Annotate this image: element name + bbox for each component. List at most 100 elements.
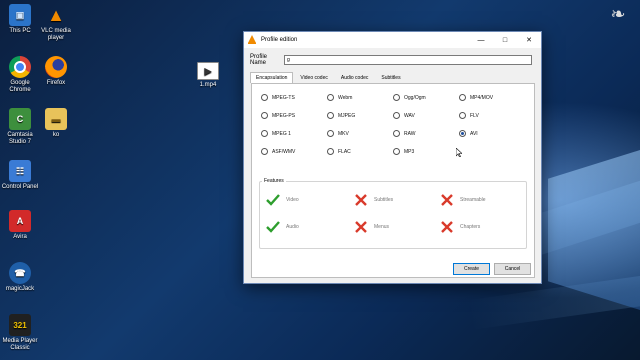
desktop-icon-label: ko <box>52 132 60 138</box>
desktop-icon-label: 1.mp4 <box>199 82 217 88</box>
radio-button[interactable] <box>393 130 400 137</box>
encapsulation-panel: MPEG-TS Webm Ogg/Ogm MP4/MOV MPEG-PS MJP… <box>251 83 535 278</box>
profile-name-input[interactable]: g <box>284 55 532 65</box>
tab-video-codec[interactable]: Video codec <box>294 72 333 83</box>
tab-encapsulation[interactable]: Encapsulation <box>250 72 294 83</box>
desktop-icon-label: Google Chrome <box>9 80 31 93</box>
desktop-icon-label: magicJack <box>5 286 35 292</box>
desktop-icon-magicjack[interactable]: ☎ magicJack <box>0 262 40 293</box>
format-label: MKV <box>338 130 349 137</box>
radio-button-selected[interactable] <box>459 130 466 137</box>
radio-button[interactable] <box>327 148 334 155</box>
cross-icon <box>355 194 367 206</box>
format-option-mpeg1[interactable]: MPEG 1 <box>261 130 291 137</box>
format-option-mkv[interactable]: MKV <box>327 130 349 137</box>
radio-button[interactable] <box>327 130 334 137</box>
avira-icon: A <box>9 210 31 232</box>
profile-name-label: Profile Name <box>250 54 268 66</box>
desktop-icon-video-file[interactable]: ▶ 1.mp4 <box>188 62 228 89</box>
desktop-icon-chrome[interactable]: Google Chrome <box>0 56 40 94</box>
dragon-logo-icon: ❧ <box>610 4 626 24</box>
check-icon <box>266 221 280 233</box>
camtasia-icon: C <box>9 108 31 130</box>
format-option-mpeg-ts[interactable]: MPEG-TS <box>261 94 295 101</box>
feature-label: Audio <box>286 224 299 230</box>
create-button[interactable]: Create <box>453 263 490 275</box>
format-option-mjpeg[interactable]: MJPEG <box>327 112 355 119</box>
format-label: FLAC <box>338 148 351 155</box>
tab-audio-codec[interactable]: Audio codec <box>335 72 375 83</box>
vlc-cone-icon <box>248 34 258 46</box>
format-option-flac[interactable]: FLAC <box>327 148 351 155</box>
format-option-mp4[interactable]: MP4/MOV <box>459 94 493 101</box>
desktop-icon-label: Avira <box>13 234 27 240</box>
desktop-icon-this-pc[interactable]: ▣ This PC <box>0 4 40 35</box>
radio-button[interactable] <box>459 112 466 119</box>
feature-label: Video <box>286 197 299 203</box>
feature-subtitles: Subtitles <box>354 194 393 206</box>
feature-chapters: Chapters <box>440 221 480 233</box>
format-label: AVI <box>470 130 478 137</box>
chrome-icon <box>9 56 31 78</box>
radio-button[interactable] <box>393 112 400 119</box>
feature-label: Subtitles <box>374 197 394 203</box>
feature-menus: Menus <box>354 221 389 233</box>
desktop-icon-control-panel[interactable]: ☷ Control Panel <box>0 160 40 191</box>
title-bar: Profile edition — □ ✕ <box>244 32 541 48</box>
format-option-ogg[interactable]: Ogg/Ogm <box>393 94 426 101</box>
radio-button[interactable] <box>261 94 268 101</box>
radio-button[interactable] <box>261 148 268 155</box>
profile-name-row: Profile Name g <box>250 54 532 66</box>
close-button[interactable]: ✕ <box>517 32 541 48</box>
tab-subtitles[interactable]: Subtitles <box>375 72 406 83</box>
cancel-button[interactable]: Cancel <box>494 263 531 275</box>
radio-button[interactable] <box>327 112 334 119</box>
desktop-icon-vlc[interactable]: ▲ VLC media player <box>36 4 76 42</box>
format-label: MP4/MOV <box>470 94 494 101</box>
desktop-icon-media-player-classic[interactable]: 321 Media Player Classic <box>0 314 40 352</box>
desktop-icon-firefox[interactable]: Firefox <box>36 56 76 87</box>
media-player-classic-icon: 321 <box>9 314 31 336</box>
radio-button[interactable] <box>393 94 400 101</box>
computer-icon: ▣ <box>9 4 31 26</box>
desktop-icon-label: This PC <box>9 28 31 34</box>
format-option-webm[interactable]: Webm <box>327 94 352 101</box>
format-option-mp3[interactable]: MP3 <box>393 148 414 155</box>
feature-video: Video <box>266 194 299 206</box>
format-option-raw[interactable]: RAW <box>393 130 415 137</box>
format-option-asf-wmv[interactable]: ASF/WMV <box>261 148 295 155</box>
firefox-icon <box>45 56 67 78</box>
format-label: Webm <box>338 94 353 101</box>
minimize-button[interactable]: — <box>469 32 493 48</box>
desktop-icon-label: Firefox <box>46 80 66 86</box>
format-label: MPEG-TS <box>272 94 295 101</box>
cross-icon <box>355 221 367 233</box>
format-label: MPEG 1 <box>272 130 291 137</box>
desktop-icon-ko[interactable]: ▬ ko <box>36 108 76 139</box>
feature-label: Menus <box>374 224 390 230</box>
desktop-icon-avira[interactable]: A Avira <box>0 210 40 241</box>
tab-bar: Encapsulation Video codec Audio codec Su… <box>250 72 408 83</box>
feature-streamable: Streamable <box>440 194 486 206</box>
radio-button[interactable] <box>459 94 466 101</box>
format-option-wav[interactable]: WAV <box>393 112 415 119</box>
maximize-button[interactable]: □ <box>493 32 517 48</box>
radio-button[interactable] <box>261 112 268 119</box>
control-panel-icon: ☷ <box>9 160 31 182</box>
format-radio-group: MPEG-TS Webm Ogg/Ogm MP4/MOV MPEG-PS MJP… <box>261 94 525 164</box>
features-label: Features <box>262 178 286 184</box>
format-option-avi[interactable]: AVI <box>459 130 478 137</box>
desktop-icon-label: Camtasia Studio 7 <box>7 132 33 145</box>
radio-button[interactable] <box>327 94 334 101</box>
format-option-mpeg-ps[interactable]: MPEG-PS <box>261 112 295 119</box>
features-group: Features Video Subtitles Streamable Audi… <box>259 178 527 249</box>
desktop-icon-camtasia[interactable]: C Camtasia Studio 7 <box>0 108 40 146</box>
format-label: ASF/WMV <box>272 148 296 155</box>
radio-button[interactable] <box>261 130 268 137</box>
vlc-icon: ▲ <box>47 4 65 25</box>
radio-button[interactable] <box>393 148 400 155</box>
mouse-cursor-icon <box>455 147 463 159</box>
format-label: Ogg/Ogm <box>404 94 426 101</box>
window-title: Profile edition <box>261 37 298 43</box>
format-option-flv[interactable]: FLV <box>459 112 479 119</box>
